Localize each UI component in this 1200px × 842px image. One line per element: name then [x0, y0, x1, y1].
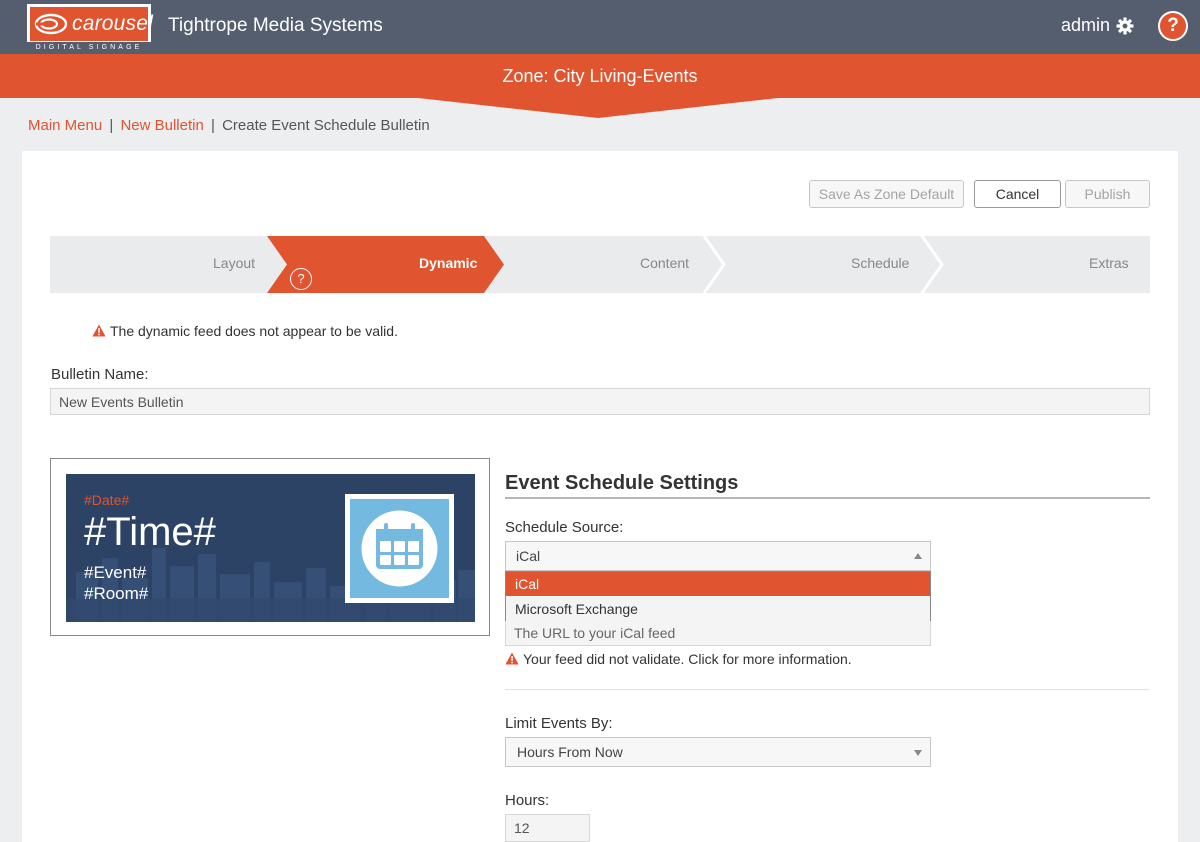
breadcrumb-current: Create Event Schedule Bulletin: [222, 117, 430, 134]
calendar-icon: [350, 499, 449, 598]
hours-label: Hours:: [505, 792, 550, 809]
settings-divider: [505, 497, 1150, 499]
ical-url-input[interactable]: The URL to your iCal feed: [505, 621, 931, 646]
bulletin-name-label: Bulletin Name:: [51, 366, 149, 383]
breadcrumb-separator: |: [211, 117, 215, 134]
feed-warning: The dynamic feed does not appear to be v…: [92, 323, 398, 339]
bulletin-name-input[interactable]: New Events Bulletin: [50, 388, 1150, 415]
zone-title: Zone: City Living-Events: [502, 66, 698, 86]
feed-warning-text: The dynamic feed does not appear to be v…: [110, 323, 398, 339]
option-ical[interactable]: iCal: [506, 572, 930, 596]
preview-room-token: #Room#: [84, 584, 149, 603]
feed-validation-error-text: Your feed did not validate. Click for mo…: [523, 651, 852, 667]
wizard-steps: Layout Dynamic Content Schedule Extras ?: [50, 236, 1150, 293]
schedule-source-dropdown: iCal Microsoft Exchange: [505, 571, 931, 622]
breadcrumb-new-bulletin[interactable]: New Bulletin: [120, 117, 203, 134]
breadcrumb-main-menu[interactable]: Main Menu: [28, 117, 102, 134]
warning-icon: [92, 324, 106, 337]
preview-calendar-tile: [345, 494, 454, 603]
preview-event-token: #Event#: [84, 563, 147, 582]
settings-title: Event Schedule Settings: [505, 472, 739, 494]
chevron-up-icon: [914, 553, 922, 559]
breadcrumb-separator: |: [109, 117, 114, 134]
tab-layout[interactable]: Layout: [213, 255, 255, 271]
save-as-zone-default-button[interactable]: Save As Zone Default: [809, 180, 964, 208]
layout-preview: #Date# #Time# #Event# #Room#: [66, 474, 475, 622]
cancel-button[interactable]: Cancel: [974, 180, 1061, 208]
preview-time-token: #Time#: [84, 510, 216, 554]
logo-swirl-icon: [30, 7, 72, 41]
logo-tagline: DIGITAL SIGNAGE: [35, 44, 143, 51]
user-menu[interactable]: admin: [1061, 15, 1110, 36]
top-bar: carousel DIGITAL SIGNAGE Tightrope Media…: [0, 0, 1200, 54]
logo-wordmark: carousel: [72, 7, 153, 41]
help-icon[interactable]: ?: [1158, 11, 1188, 41]
preview-date-token: #Date#: [84, 492, 130, 508]
tab-dynamic[interactable]: Dynamic: [419, 255, 477, 271]
hours-input[interactable]: 12: [505, 814, 590, 842]
limit-events-value: Hours From Now: [517, 744, 623, 760]
zone-banner: Zone: City Living-Events: [0, 54, 1200, 98]
carousel-logo[interactable]: carousel DIGITAL SIGNAGE: [27, 4, 153, 52]
option-microsoft-exchange[interactable]: Microsoft Exchange: [506, 597, 930, 621]
chevron-down-icon: [914, 750, 922, 756]
tab-extras[interactable]: Extras: [1089, 255, 1129, 271]
tab-content[interactable]: Content: [640, 255, 689, 271]
gear-icon[interactable]: [1116, 17, 1134, 35]
limit-events-label: Limit Events By:: [505, 715, 613, 732]
schedule-source-label: Schedule Source:: [505, 519, 624, 536]
logo-badge: carousel: [27, 4, 153, 42]
zone-banner-notch: [418, 98, 778, 118]
app-title: Tightrope Media Systems: [168, 15, 383, 36]
layout-preview-frame: #Date# #Time# #Event# #Room#: [50, 458, 490, 636]
feed-validation-error[interactable]: Your feed did not validate. Click for mo…: [505, 651, 852, 667]
breadcrumb: Main Menu | New Bulletin | Create Event …: [28, 117, 430, 134]
section-divider: [505, 689, 1150, 690]
step-help-icon[interactable]: ?: [290, 268, 312, 290]
warning-icon: [505, 652, 519, 665]
limit-events-select[interactable]: Hours From Now: [505, 737, 931, 767]
tab-schedule[interactable]: Schedule: [851, 255, 909, 271]
publish-button[interactable]: Publish: [1065, 180, 1150, 208]
schedule-source-select[interactable]: iCal: [505, 541, 931, 571]
schedule-source-value: iCal: [516, 548, 541, 564]
